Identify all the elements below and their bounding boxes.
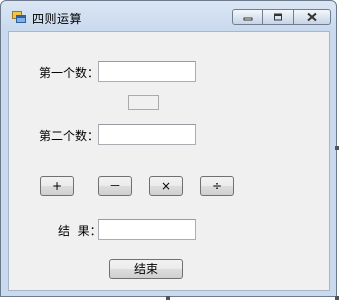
minimize-icon (243, 17, 252, 21)
resize-handle-bottom[interactable] (166, 296, 170, 300)
second-number-input[interactable] (98, 124, 196, 145)
first-number-input[interactable] (98, 61, 196, 82)
add-button[interactable]: + (40, 176, 74, 196)
title-bar[interactable]: 四则运算 (1, 1, 336, 31)
subtract-button[interactable]: － (98, 176, 132, 196)
minimize-button[interactable] (232, 9, 263, 25)
maximize-icon (274, 13, 282, 21)
windows-forms-app-icon (12, 11, 26, 23)
divide-button[interactable]: ÷ (200, 176, 234, 196)
end-button[interactable]: 结束 (109, 259, 183, 279)
close-icon (307, 12, 317, 22)
result-output[interactable] (98, 219, 196, 240)
close-button[interactable] (294, 9, 331, 25)
multiply-button[interactable]: × (149, 176, 183, 196)
resize-handle-right[interactable] (335, 146, 339, 150)
window-title: 四则运算 (32, 12, 83, 26)
app-window: 四则运算 第一个数： 第二个数： + － × ÷ 结 果： 结束 (0, 0, 337, 297)
resize-handle-corner[interactable] (335, 296, 339, 300)
second-number-label: 第二个数： (39, 129, 100, 143)
maximize-button[interactable] (263, 9, 294, 25)
form-client-area: 第一个数： 第二个数： + － × ÷ 结 果： 结束 (8, 31, 330, 291)
first-number-label: 第一个数： (39, 66, 100, 80)
operator-display-box (128, 95, 159, 110)
result-label: 结 果： (58, 224, 102, 238)
